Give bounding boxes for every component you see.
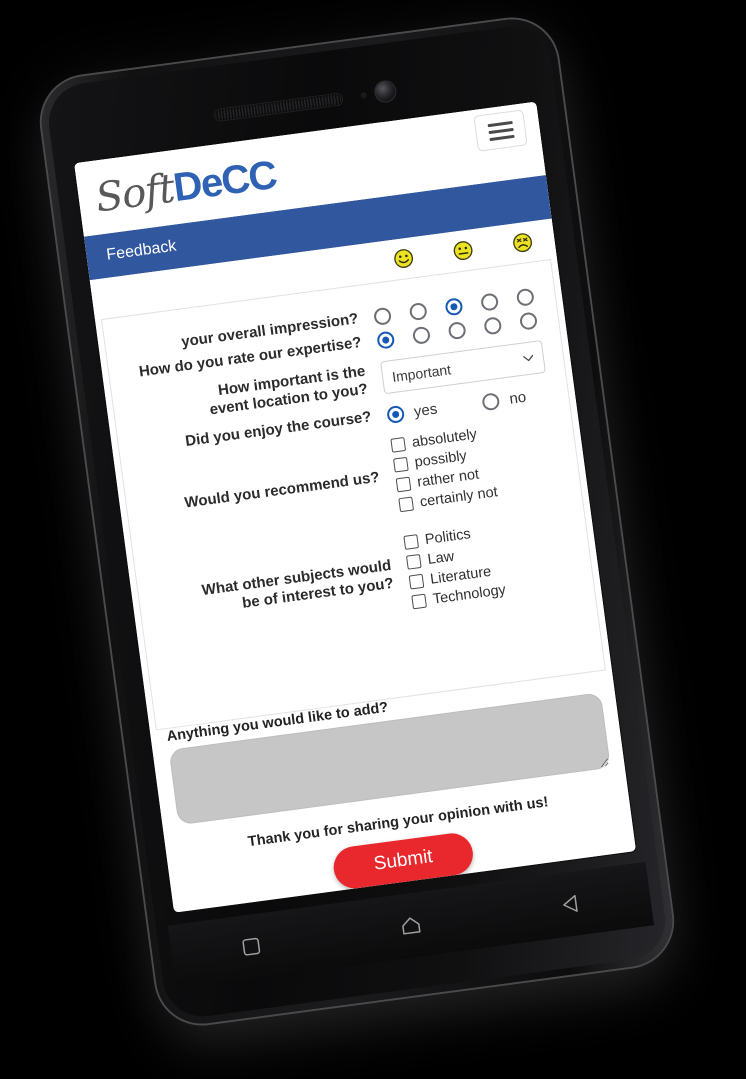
feedback-form: your overall impression? How do you rate… — [100, 259, 606, 731]
radio-no-label: no — [508, 388, 528, 408]
logo-part-soft: Soft — [92, 165, 177, 222]
page-title: Feedback — [105, 237, 178, 264]
hamburger-line — [487, 127, 514, 134]
phone-body: SoftDeCC Feedback your overall impressio… — [43, 21, 671, 1022]
question-label: Would you recommend us? — [183, 469, 381, 512]
radio-option-4[interactable] — [483, 316, 503, 336]
radio-option-1[interactable] — [372, 306, 393, 326]
submit-button[interactable]: Submit — [331, 830, 476, 891]
checkbox-box[interactable] — [393, 457, 409, 474]
hamburger-line — [488, 134, 515, 141]
checkbox-box[interactable] — [411, 594, 428, 610]
radio-no[interactable] — [481, 391, 501, 412]
checkbox-box[interactable] — [390, 437, 407, 454]
hamburger-line — [487, 120, 513, 127]
smiley-neutral-icon — [453, 241, 473, 261]
radio-option-3[interactable] — [447, 320, 467, 341]
checkbox-box[interactable] — [406, 554, 422, 571]
checkbox-group-recommend: absolutely possibly rather not certainly… — [390, 416, 567, 514]
home-pentagon-icon[interactable] — [398, 913, 425, 938]
checkbox-label: Politics — [424, 526, 472, 549]
question-label: What other subjects would be of interest… — [150, 555, 411, 625]
screenshot-stage: SoftDeCC Feedback your overall impressio… — [0, 0, 746, 1079]
checkbox-label: Law — [426, 549, 456, 569]
checkbox-box[interactable] — [395, 477, 412, 493]
radio-option-2[interactable] — [408, 301, 428, 321]
phone-device: SoftDeCC Feedback your overall impressio… — [36, 13, 678, 1030]
radio-option-3[interactable] — [444, 296, 464, 316]
smiley-sad-icon — [513, 233, 532, 253]
back-triangle-icon[interactable] — [558, 892, 583, 917]
radio-option-5[interactable] — [515, 287, 535, 307]
checkbox-box[interactable] — [398, 496, 415, 513]
radio-option-5[interactable] — [518, 311, 539, 331]
radio-yes[interactable] — [386, 404, 406, 424]
radio-option-2[interactable] — [411, 325, 431, 345]
select-event-location-importance[interactable]: Important — [380, 340, 547, 395]
checkbox-label: possibly — [413, 448, 468, 472]
feedback-page: SoftDeCC Feedback your overall impressio… — [74, 101, 637, 913]
hamburger-menu-icon[interactable] — [473, 109, 528, 152]
radio-option-1[interactable] — [376, 330, 396, 350]
radio-option-4[interactable] — [480, 292, 500, 312]
radio-yes-label: yes — [412, 400, 439, 421]
checkbox-box[interactable] — [408, 574, 425, 591]
logo-part-decc: DeCC — [170, 152, 279, 211]
phone-screen: SoftDeCC Feedback your overall impressio… — [74, 101, 637, 913]
select-value: Important — [391, 361, 452, 385]
chevron-down-icon — [523, 355, 534, 362]
site-logo[interactable]: SoftDeCC — [92, 152, 279, 222]
smiley-happy-icon — [394, 249, 414, 268]
earpiece-speaker — [214, 93, 343, 122]
recents-square-icon[interactable] — [239, 934, 264, 959]
front-camera — [374, 80, 397, 103]
proximity-sensor — [360, 92, 368, 99]
checkbox-box[interactable] — [403, 534, 420, 551]
